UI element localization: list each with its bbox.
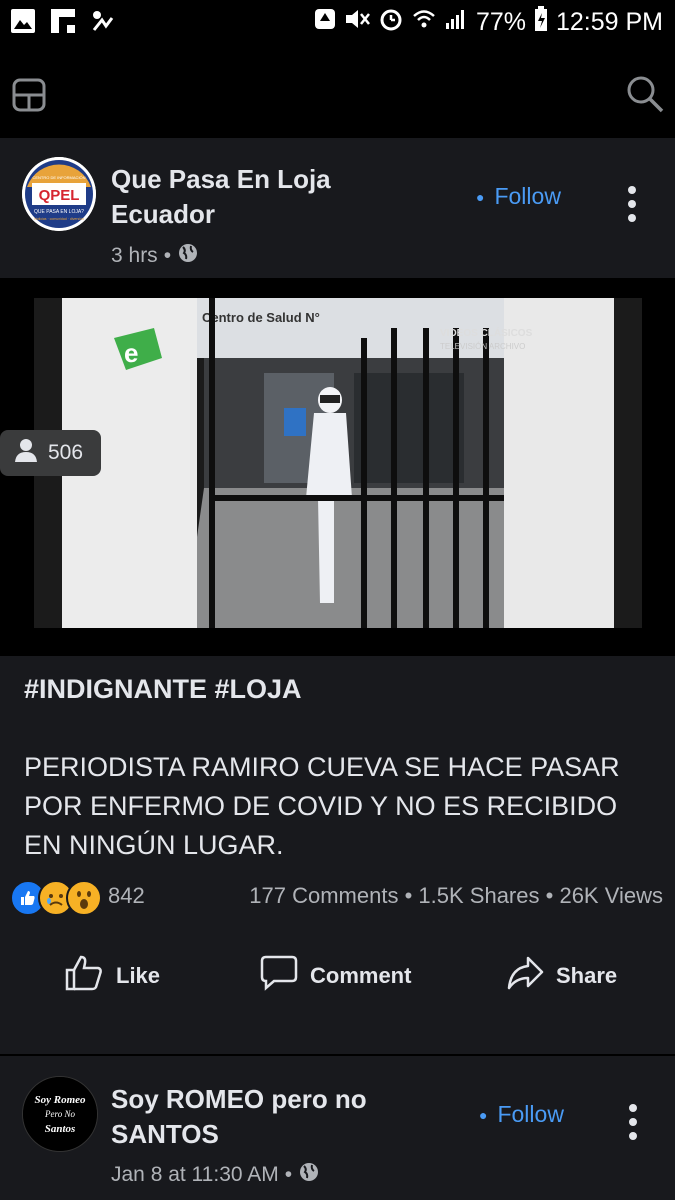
feed-post: QPEL CENTRO DE INFORMACIÓN QUE PASA EN L… xyxy=(0,138,675,1054)
avatar[interactable]: QPEL CENTRO DE INFORMACIÓN QUE PASA EN L… xyxy=(22,157,96,231)
alarm-icon xyxy=(378,6,404,39)
viewer-count-badge: 506 xyxy=(0,430,101,476)
video-sign-text: Centro de Salud N° xyxy=(202,310,320,325)
share-label: Share xyxy=(556,963,618,988)
viewer-count: 506 xyxy=(48,441,84,464)
wow-reaction-icon xyxy=(66,880,102,916)
top-bar xyxy=(0,46,675,138)
clock: 12:59 PM xyxy=(555,8,663,36)
post-meta: Jan 8 at 11:30 AM • xyxy=(111,1161,320,1189)
search-icon[interactable] xyxy=(625,74,665,119)
feed-post: Soy Romeo Pero No Santos Soy ROMEO pero … xyxy=(0,1056,675,1200)
avatar-line2: Pero No xyxy=(44,1109,75,1119)
gallery-icon xyxy=(10,8,36,39)
author-name-line1: Soy ROMEO pero no xyxy=(111,1084,367,1114)
news-feed-icon[interactable] xyxy=(12,78,46,117)
avatar-line3: Santos xyxy=(45,1123,76,1135)
more-options-icon[interactable] xyxy=(628,186,638,222)
author-name-line1: Que Pasa En Loja xyxy=(111,164,331,194)
engagement-summary: 177 Comments • 1.5K Shares • 26K Views xyxy=(249,883,663,909)
video-player[interactable]: Centro de Salud N° e VIDEOS CLÁSICOS TEL… xyxy=(0,278,675,656)
avatar-bottom-text: Noticias · comunidad · diversión xyxy=(34,217,84,221)
stats-separator: • xyxy=(545,883,560,908)
comment-label: Comment xyxy=(310,963,412,988)
avatar-logo-text: QPEL xyxy=(39,187,80,204)
video-overlay-line2: TELEVISIÓN ARCHIVO xyxy=(440,342,525,351)
follow-button[interactable]: ● Follow xyxy=(476,183,561,210)
post-hashtags[interactable]: #INDIGNANTE #LOJA xyxy=(24,670,302,709)
flipboard-icon xyxy=(50,8,76,39)
meta-separator: • xyxy=(163,244,172,267)
author-name-line2: Ecuador xyxy=(111,199,216,229)
post-meta: 3 hrs • xyxy=(111,242,199,270)
comment-icon xyxy=(260,954,298,998)
avatar-mid-text: QUE PASA EN LOJA? xyxy=(34,209,84,215)
avatar[interactable]: Soy Romeo Pero No Santos xyxy=(22,1076,98,1152)
person-icon xyxy=(14,438,38,468)
reactions-count[interactable]: 842 xyxy=(108,883,145,909)
battery-percent: 77% xyxy=(475,8,526,36)
comment-button[interactable]: Comment xyxy=(260,954,411,998)
video-overlay-line1: VIDEOS CLÁSICOS xyxy=(440,326,533,339)
meta-separator: • xyxy=(284,1163,293,1186)
comments-count[interactable]: 177 Comments xyxy=(249,883,398,908)
post-stats: 842 177 Comments • 1.5K Shares • 26K Vie… xyxy=(10,878,665,918)
post-actions: Like Comment Share xyxy=(0,948,675,1000)
globe-icon xyxy=(298,1161,320,1189)
battery-icon xyxy=(534,6,548,39)
cell-signal-icon xyxy=(444,7,468,38)
reaction-icons[interactable] xyxy=(10,880,102,916)
like-button[interactable]: Like xyxy=(64,954,160,998)
follow-button[interactable]: ● Follow xyxy=(479,1101,564,1128)
avatar-top-text: CENTRO DE INFORMACIÓN xyxy=(32,175,85,180)
shares-count[interactable]: 1.5K Shares xyxy=(418,883,539,908)
share-icon xyxy=(506,954,544,998)
recycle-icon xyxy=(314,7,336,38)
status-bar: 77% 12:59 PM xyxy=(0,0,675,46)
wifi-icon xyxy=(412,7,436,38)
author-name[interactable]: Que Pasa En Loja Ecuador xyxy=(111,162,441,232)
svg-text:e: e xyxy=(124,338,138,368)
globe-icon xyxy=(177,242,199,270)
author-name-line2: SANTOS xyxy=(111,1119,219,1149)
like-icon xyxy=(64,954,104,998)
post-body: PERIODISTA RAMIRO CUEVA SE HACE PASAR PO… xyxy=(24,752,620,860)
post-time[interactable]: 3 hrs xyxy=(111,244,158,268)
post-time[interactable]: Jan 8 at 11:30 AM xyxy=(111,1163,279,1187)
views-count: 26K Views xyxy=(559,883,663,908)
like-label: Like xyxy=(116,963,161,988)
author-name[interactable]: Soy ROMEO pero no SANTOS xyxy=(111,1082,441,1152)
follow-label: Follow xyxy=(497,1101,564,1127)
follow-label: Follow xyxy=(494,183,561,209)
follow-dot: ● xyxy=(479,1106,488,1123)
follow-dot: ● xyxy=(476,188,485,205)
stats-separator: • xyxy=(404,883,419,908)
share-button[interactable]: Share xyxy=(506,954,617,998)
mute-icon xyxy=(344,7,370,38)
avatar-line1: Soy Romeo xyxy=(34,1094,86,1106)
video-frame[interactable]: Centro de Salud N° e VIDEOS CLÁSICOS TEL… xyxy=(34,298,642,640)
more-options-icon[interactable] xyxy=(629,1104,639,1140)
signal-icon xyxy=(90,8,116,39)
